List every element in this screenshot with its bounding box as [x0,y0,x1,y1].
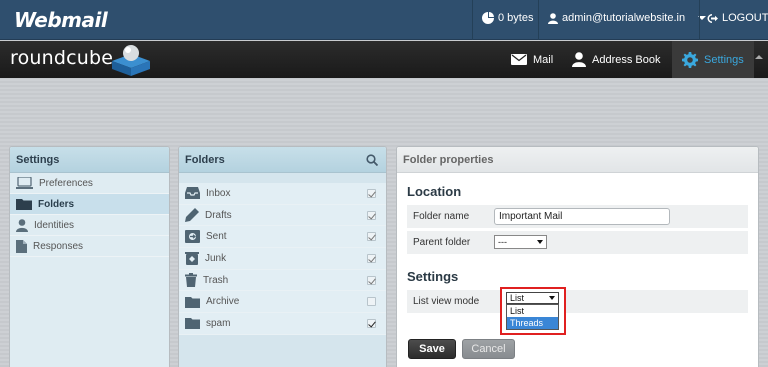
settings-list: Preferences Folders Identities Responses [10,173,169,367]
location-heading: Location [407,184,462,199]
folder-name: Junk [205,252,227,264]
folder-name: Drafts [205,209,232,221]
save-button[interactable]: Save [408,339,456,359]
logout-button[interactable]: LOGOUT [707,12,768,24]
subscribe-checkbox[interactable] [367,275,376,285]
sidebar-item-preferences[interactable]: Preferences [10,173,169,194]
highlight-box: List List Threads [500,287,566,335]
envelope-icon [511,54,527,65]
chevron-down-icon [537,240,543,244]
option-threads[interactable]: Threads [507,317,558,329]
webmail-logo: Webmail [14,8,108,32]
folder-name: Sent [206,231,227,243]
caret-up-icon[interactable] [755,55,763,59]
folder-name: Trash [203,274,229,286]
subscribe-checkbox[interactable] [367,210,376,220]
list-view-value: List [510,293,525,303]
nav-settings-label: Settings [704,53,744,66]
person-icon [572,52,586,67]
chevron-down-icon [549,296,555,300]
option-list[interactable]: List [507,305,558,317]
folders-panel: Folders Inbox Drafts Sent Junk Trash Arc… [178,146,387,367]
folder-row-inbox[interactable]: Inbox [179,183,386,205]
folders-panel-title: Folders [185,154,225,166]
monitor-icon [16,177,33,189]
folder-icon [185,296,200,308]
list-view-row: List view mode List List Threads [407,287,748,335]
parent-folder-row: Parent folder --- [407,231,748,254]
nav-mail[interactable]: Mail [511,41,553,78]
subscribe-checkbox[interactable] [367,254,376,264]
nav-address-book[interactable]: Address Book [572,41,660,78]
folder-name: spam [206,317,231,329]
folder-properties-panel: Folder properties Location Folder name P… [396,146,759,367]
list-view-select[interactable]: List [506,292,559,304]
folder-row-archive[interactable]: Archive [179,291,386,314]
folder-row-junk[interactable]: Junk [179,248,386,270]
properties-form: Location Folder name Parent folder --- S… [397,173,758,367]
quota-indicator: 0 bytes [482,12,533,24]
sent-icon [185,230,200,244]
folder-name-row: Folder name [407,205,748,228]
parent-folder-select[interactable]: --- [494,235,547,249]
document-icon [16,239,27,253]
folder-row-sent[interactable]: Sent [179,226,386,249]
sidebar-item-responses[interactable]: Responses [10,236,169,257]
divider [538,0,539,40]
nav-address-book-label: Address Book [592,53,661,66]
nav-bar: roundcube Mail Address Book Settings [0,41,768,78]
folder-name-label: Folder name [413,211,470,222]
settings-heading: Settings [407,269,459,284]
folder-list: Inbox Drafts Sent Junk Trash Archive spa… [179,173,386,367]
person-icon [548,12,558,24]
user-email: admin@tutorialwebsite.in [562,12,686,24]
subscribe-checkbox[interactable] [367,232,376,242]
logout-icon [707,13,718,23]
user-menu[interactable]: admin@tutorialwebsite.in [548,12,707,24]
settings-sections-panel: Settings Preferences Folders Identities … [9,146,170,367]
divider [699,0,700,40]
roundcube-logo: roundcube [10,47,114,69]
sidebar-item-label: Preferences [39,177,93,189]
divider [472,0,473,40]
sidebar-item-folders[interactable]: Folders [10,194,169,215]
folder-icon [185,318,200,330]
nav-settings[interactable]: Settings [672,41,754,78]
sidebar-item-label: Responses [33,240,84,252]
folder-name: Inbox [206,187,231,199]
folder-row-drafts[interactable]: Drafts [179,204,386,227]
sidebar-item-identities[interactable]: Identities [10,215,169,236]
top-bar: Webmail 0 bytes admin@tutorialwebsite.in… [0,0,768,40]
pencil-icon [185,208,199,223]
roundcube-box-icon [112,45,150,76]
parent-folder-value: --- [498,237,507,247]
properties-title: Folder properties [397,147,758,173]
inbox-icon [185,187,200,200]
folder-icon [16,199,32,210]
person-icon [16,218,28,232]
logout-label: LOGOUT [722,12,768,24]
trash-icon [185,273,197,288]
sidebar-item-label: Identities [34,219,75,231]
folder-name: Archive [206,296,240,308]
settings-panel-title: Settings [10,147,169,173]
folder-row-trash[interactable]: Trash [179,269,386,292]
nav-mail-label: Mail [533,53,554,66]
list-view-label: List view mode [413,296,480,307]
folder-row-spam[interactable]: spam [179,313,386,335]
list-view-options: List Threads [506,304,559,330]
search-icon[interactable] [366,154,378,166]
subscribe-checkbox[interactable] [367,319,376,329]
subscribe-checkbox[interactable] [367,297,376,307]
cancel-button[interactable]: Cancel [462,339,515,359]
junk-icon [185,252,199,266]
pie-chart-icon [482,12,494,24]
quota-text: 0 bytes [498,12,534,24]
subscribe-checkbox[interactable] [367,189,376,198]
gear-icon [682,51,698,68]
folders-panel-header: Folders [179,147,386,173]
folder-name-input[interactable] [494,208,670,225]
sidebar-item-label: Folders [38,198,75,210]
parent-folder-label: Parent folder [413,237,471,248]
